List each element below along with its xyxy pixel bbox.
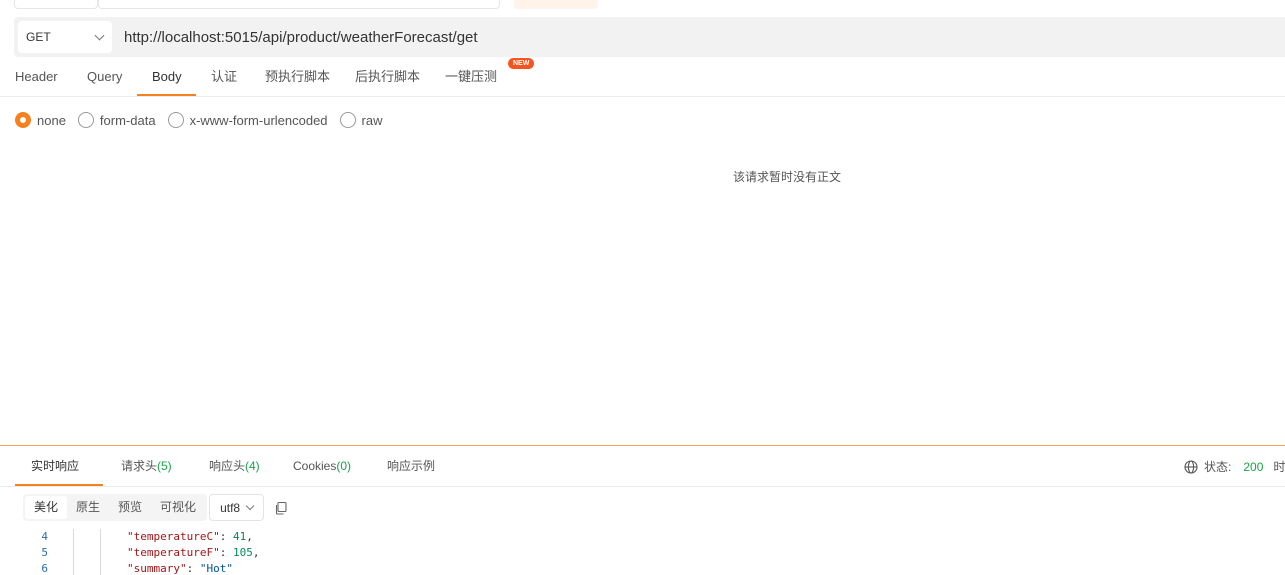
method-label: GET: [26, 30, 51, 44]
top-control-1[interactable]: [14, 0, 98, 9]
tab-header[interactable]: Header: [15, 57, 58, 97]
json-separator: :: [186, 562, 200, 575]
radio-form-data-label: form-data: [99, 112, 156, 128]
view-raw-button[interactable]: 原生: [67, 496, 109, 519]
json-value: 41: [232, 530, 247, 543]
api-client-window: GET http://localhost:5015/api/product/we…: [0, 0, 1285, 575]
active-response-tab-indicator: [15, 484, 103, 486]
tab-post-script[interactable]: 后执行脚本: [355, 57, 420, 97]
code-line: 4 "temperatureC": 41,: [0, 529, 1285, 545]
response-code-view[interactable]: 4 "temperatureC": 41, 5 "temperatureF": 105…: [0, 529, 1285, 575]
radio-form-data[interactable]: form-data: [77, 112, 156, 128]
line-number: 6: [41, 562, 48, 575]
code-text: "temperatureC": 41,: [127, 529, 253, 545]
view-visualize-button[interactable]: 可视化: [151, 496, 205, 519]
json-value: "Hot": [199, 562, 233, 575]
radio-none[interactable]: none: [15, 112, 66, 128]
radio-unchecked-icon[interactable]: [167, 112, 184, 128]
radio-unchecked-icon[interactable]: [77, 112, 94, 128]
indent-guide: [73, 529, 74, 545]
indent-guide: [73, 561, 74, 575]
json-trailing-comma: ,: [252, 546, 260, 559]
code-text: "summary": "Hot": [127, 561, 233, 575]
chevron-down-icon: [245, 501, 255, 510]
encoding-label: utf8: [220, 500, 241, 515]
tab-request-headers-label: 请求头: [121, 459, 158, 473]
radio-unchecked-icon[interactable]: [339, 112, 356, 128]
url-bar: GET http://localhost:5015/api/product/we…: [14, 17, 1285, 57]
tab-stress-test[interactable]: 一键压测: [445, 57, 497, 97]
copy-icon[interactable]: [274, 501, 288, 515]
url-input[interactable]: http://localhost:5015/api/product/weathe…: [124, 29, 478, 46]
encoding-select[interactable]: utf8: [209, 494, 265, 521]
tab-realtime-response[interactable]: 实时响应: [31, 446, 79, 487]
tab-cookies[interactable]: Cookies(0): [293, 446, 351, 487]
empty-body-message: 该请求暂时没有正文: [733, 170, 842, 184]
json-key: "temperatureF": [127, 546, 220, 559]
json-separator: :: [219, 546, 233, 559]
tab-response-headers[interactable]: 响应头(4): [209, 446, 260, 487]
code-line: 6 "summary": "Hot": [0, 561, 1285, 575]
time-label: 时: [1273, 460, 1285, 474]
active-tab-indicator: [137, 94, 196, 96]
view-pretty-button[interactable]: 美化: [25, 496, 68, 519]
code-line: 5 "temperatureF": 105,: [0, 545, 1285, 561]
json-trailing-comma: ,: [246, 530, 253, 543]
line-number: 4: [41, 530, 48, 543]
top-toolbar-cutoff: [0, 0, 1285, 10]
cookies-count: (0): [336, 459, 352, 473]
new-badge: NEW: [508, 58, 535, 69]
method-select[interactable]: GET: [18, 21, 112, 53]
tab-response-headers-label: 响应头: [209, 459, 246, 473]
radio-raw-label: raw: [361, 112, 383, 128]
tab-auth[interactable]: 认证: [211, 57, 237, 97]
tab-pre-script[interactable]: 预执行脚本: [265, 57, 330, 97]
response-headers-count: (4): [245, 459, 260, 473]
radio-urlencoded[interactable]: x-www-form-urlencoded: [167, 112, 328, 128]
tab-request-headers[interactable]: 请求头(5): [121, 446, 172, 487]
radio-raw[interactable]: raw: [339, 112, 383, 128]
status-code: 200: [1243, 459, 1264, 474]
tab-body[interactable]: Body: [152, 57, 182, 97]
request-tabs: Header Query Body 认证 预执行脚本 后执行脚本 一键压测 NE…: [0, 57, 1285, 97]
tab-response-examples[interactable]: 响应示例: [387, 446, 435, 487]
json-key: "summary": [127, 562, 187, 575]
indent-guide: [100, 529, 101, 545]
json-value: 105: [232, 546, 253, 559]
status-area: 状态: 200 时: [1184, 446, 1285, 487]
radio-urlencoded-label: x-www-form-urlencoded: [189, 112, 328, 128]
indent-guide: [73, 545, 74, 561]
top-control-2[interactable]: [98, 0, 500, 9]
code-text: "temperatureF": 105,: [127, 545, 259, 561]
request-headers-count: (5): [157, 459, 172, 473]
json-key: "temperatureC": [127, 530, 220, 543]
chevron-down-icon: [94, 30, 105, 40]
tab-query[interactable]: Query: [87, 57, 122, 97]
view-mode-group: 美化 原生 预览 可视化: [23, 494, 208, 521]
indent-guide: [100, 561, 101, 575]
view-preview-button[interactable]: 预览: [109, 496, 151, 519]
radio-none-label: none: [37, 112, 66, 128]
status-label: 状态:: [1204, 460, 1232, 474]
indent-guide: [100, 545, 101, 561]
tab-cookies-label: Cookies: [293, 459, 337, 473]
radio-checked-icon[interactable]: [15, 112, 31, 128]
top-control-3[interactable]: [514, 0, 598, 9]
json-separator: :: [219, 530, 233, 543]
line-number: 5: [41, 546, 48, 559]
body-type-radio-group: none form-data x-www-form-urlencoded raw: [15, 111, 395, 129]
response-view-toolbar: 美化 原生 预览 可视化 utf8: [23, 494, 288, 521]
globe-icon[interactable]: [1184, 459, 1198, 474]
response-tabs: 实时响应 请求头(5) 响应头(4) Cookies(0) 响应示例 状态: 2…: [0, 446, 1285, 487]
